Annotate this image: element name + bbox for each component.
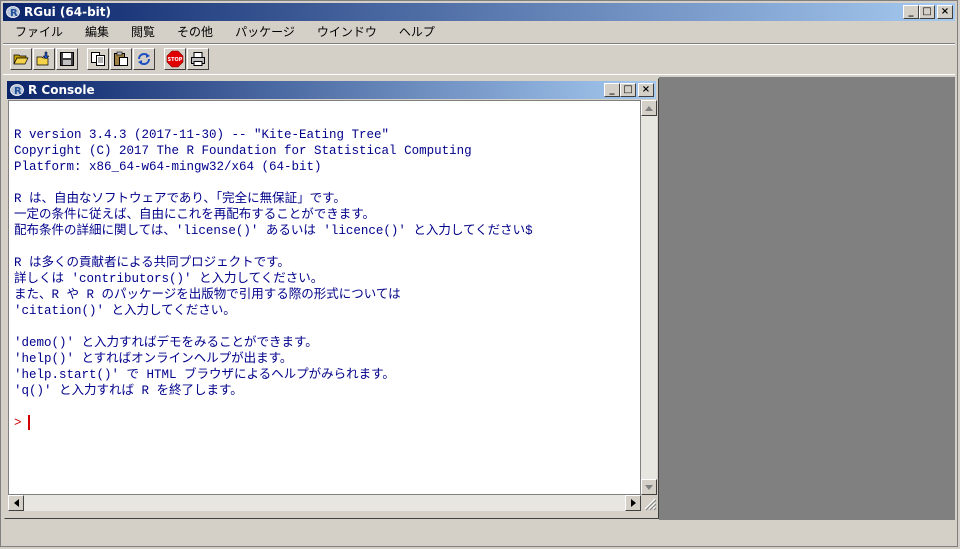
copy-paste-button[interactable] (133, 48, 155, 70)
maximize-icon: □ (623, 84, 633, 95)
console-title-bar[interactable]: R R Console _ □ × (7, 81, 656, 99)
resize-grip-icon (644, 498, 657, 511)
prompt-symbol: > (14, 416, 22, 430)
console-line: R version 3.4.3 (2017-11-30) -- "Kite-Ea… (14, 128, 390, 142)
svg-text:R: R (14, 86, 22, 97)
close-icon: × (940, 6, 950, 17)
toolbar: STOP (3, 43, 955, 75)
console-title: R Console (28, 83, 95, 97)
console-maximize-button[interactable]: □ (620, 83, 636, 97)
console-line: 詳しくは 'contributors()' と入力してください。 (14, 272, 324, 286)
minimize-button[interactable]: _ (903, 5, 919, 19)
load-workspace-icon (36, 51, 50, 66)
close-button[interactable]: × (937, 5, 953, 19)
console-line: また、R や R のパッケージを出版物で引用する際の形式については (14, 288, 401, 302)
app-title: RGui (64-bit) (24, 5, 112, 19)
horizontal-scrollbar[interactable] (8, 495, 641, 511)
console-line: Platform: x86_64-w64-mingw32/x64 (64-bit… (14, 160, 322, 174)
menu-edit[interactable]: 編集 (74, 23, 120, 40)
console-prompt-line[interactable]: > (14, 415, 640, 431)
maximize-icon: □ (922, 6, 932, 17)
console-text: R version 3.4.3 (2017-11-30) -- "Kite-Ea… (14, 127, 640, 431)
paste-button[interactable] (110, 48, 132, 70)
console-line: 'citation()' と入力してください。 (14, 304, 236, 318)
print-icon (191, 52, 205, 66)
copy-paste-icon (138, 53, 150, 65)
scroll-down-button[interactable] (641, 479, 657, 495)
console-minimize-button[interactable]: _ (604, 83, 620, 97)
console-line: 'help()' とすればオンラインヘルプが出ます。 (14, 352, 293, 366)
menu-misc[interactable]: その他 (166, 23, 224, 40)
console-line: 'help.start()' で HTML ブラウザによるヘルプがみられます。 (14, 368, 395, 382)
arrow-right-icon (630, 499, 636, 507)
console-line: R は、自由なソフトウェアであり、「完全に無保証」です。 (14, 192, 346, 206)
r-logo-icon: R (6, 6, 20, 19)
scroll-right-button[interactable] (625, 495, 641, 511)
r-console-window: R R Console _ □ × R version 3.4.3 (2017-… (4, 78, 659, 519)
stop-label: STOP (168, 57, 183, 63)
console-line: R は多くの貢献者による共同プロジェクトです。 (14, 256, 290, 270)
load-workspace-button[interactable] (33, 48, 55, 70)
console-line: 一定の条件に従えば、自由にこれを再配布することができます。 (14, 208, 376, 222)
arrow-up-icon (645, 105, 653, 111)
console-line: 'demo()' と入力すればデモをみることができます。 (14, 336, 318, 350)
menu-file[interactable]: ファイル (3, 23, 74, 40)
scroll-up-button[interactable] (641, 100, 657, 116)
minimize-icon: _ (908, 6, 914, 17)
console-output-area[interactable]: R version 3.4.3 (2017-11-30) -- "Kite-Ea… (8, 100, 641, 495)
copy-icon (91, 52, 105, 66)
console-line: 配布条件の詳細に関しては、'license()' あるいは 'licence()… (14, 224, 533, 238)
menu-packages[interactable]: パッケージ (224, 23, 306, 40)
console-close-button[interactable]: × (638, 83, 654, 97)
mdi-workspace (659, 77, 955, 520)
text-cursor (27, 415, 30, 431)
paste-icon (114, 51, 128, 66)
console-line: Copyright (C) 2017 The R Foundation for … (14, 144, 472, 158)
copy-button[interactable] (87, 48, 109, 70)
console-line: 'q()' と入力すれば R を終了します。 (14, 384, 243, 398)
arrow-down-icon (645, 484, 653, 490)
menu-bar: ファイル 編集 閲覧 その他 パッケージ ウインドウ ヘルプ (3, 22, 955, 41)
vertical-scrollbar[interactable] (641, 100, 657, 495)
save-workspace-button[interactable] (56, 48, 78, 70)
main-title-bar[interactable]: R RGui (64-bit) _ □ × (3, 3, 955, 21)
resize-grip[interactable] (641, 495, 657, 511)
r-logo-icon: R (10, 84, 24, 97)
arrow-left-icon (13, 499, 19, 507)
save-workspace-icon (60, 52, 74, 66)
print-button[interactable] (187, 48, 209, 70)
close-icon: × (641, 84, 651, 95)
stop-icon: STOP (166, 50, 184, 68)
open-script-icon (13, 54, 29, 65)
minimize-icon: _ (609, 84, 615, 95)
svg-text:R: R (10, 8, 18, 19)
menu-view[interactable]: 閲覧 (120, 23, 166, 40)
open-script-button[interactable] (10, 48, 32, 70)
menu-help[interactable]: ヘルプ (388, 23, 446, 40)
menu-windows[interactable]: ウインドウ (306, 23, 388, 40)
scroll-left-button[interactable] (8, 495, 24, 511)
stop-button[interactable]: STOP (164, 48, 186, 70)
maximize-button[interactable]: □ (919, 5, 935, 19)
